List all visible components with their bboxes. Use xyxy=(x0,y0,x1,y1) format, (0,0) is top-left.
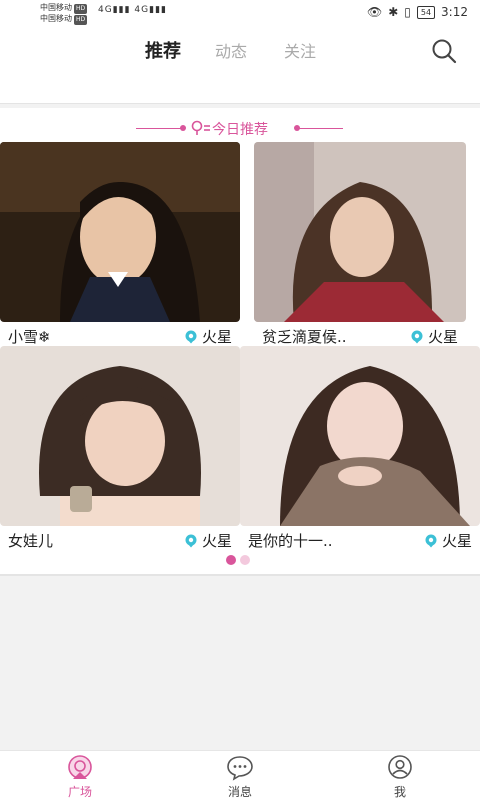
location-icon xyxy=(185,330,197,343)
user-location: 火星 xyxy=(184,530,232,551)
pin-decor-icon xyxy=(191,120,210,135)
status-right: 👁 ✱ ▯ 54 3:12 xyxy=(367,5,468,19)
page-dot-active[interactable] xyxy=(226,555,236,565)
nav-plaza[interactable]: 广场 xyxy=(40,751,120,800)
user-photo[interactable] xyxy=(240,346,480,526)
user-card[interactable]: 是你的十一.. 火星 xyxy=(240,346,480,558)
user-card[interactable]: 贫乏滴夏侯.. 火星 xyxy=(254,142,466,354)
section-title: 今日推荐 xyxy=(0,118,480,138)
clock-text: 3:12 xyxy=(441,5,468,19)
user-name: 小雪❄ xyxy=(8,328,51,346)
user-name: 女娃儿 xyxy=(8,532,54,550)
status-bar: 中国移动 HD 中国移动 HD 4G▮▮▮ 4G▮▮▮ 👁 ✱ ▯ 54 3:12 xyxy=(0,0,480,28)
bluetooth-icon: ✱ xyxy=(388,5,399,19)
location-icon xyxy=(185,534,197,547)
eye-icon: 👁 xyxy=(366,5,383,19)
location-icon xyxy=(411,330,423,343)
user-name: 贫乏滴夏侯.. xyxy=(262,328,347,346)
battery-icon: 54 xyxy=(416,5,436,19)
user-location: 火星 xyxy=(424,530,472,551)
tab-recommend[interactable]: 推荐 xyxy=(145,37,181,63)
nav-profile[interactable]: 我 xyxy=(360,751,440,800)
divider-dot xyxy=(180,125,186,131)
top-header: 推荐 动态 关注 xyxy=(0,28,480,104)
bottom-nav: 广场 消息 我 xyxy=(0,750,480,800)
profile-icon xyxy=(388,755,412,779)
user-location: 火星 xyxy=(410,326,458,347)
signal-icon: 4G▮▮▮ 4G▮▮▮ xyxy=(98,5,167,15)
recommend-section: 今日推荐 小雪❄ 火星 贫乏滴夏侯.. 火星 女娃儿 火星 是你的十一.. 火星 xyxy=(0,108,480,574)
location-icon xyxy=(425,534,437,547)
user-card[interactable]: 小雪❄ 火星 xyxy=(0,142,240,354)
plaza-icon xyxy=(68,755,92,779)
tab-moments[interactable]: 动态 xyxy=(215,38,247,62)
user-photo[interactable] xyxy=(254,142,466,322)
page-dot[interactable] xyxy=(240,555,250,565)
message-icon xyxy=(227,756,253,781)
divider-line xyxy=(297,128,343,129)
nav-messages[interactable]: 消息 xyxy=(200,751,280,800)
user-location: 火星 xyxy=(184,326,232,347)
user-photo[interactable] xyxy=(0,142,240,322)
user-card[interactable]: 女娃儿 火星 xyxy=(0,346,240,558)
search-icon[interactable] xyxy=(429,36,459,66)
page-indicator[interactable] xyxy=(226,555,250,565)
divider-line xyxy=(136,128,182,129)
section-divider xyxy=(0,574,480,576)
user-name: 是你的十一.. xyxy=(248,532,333,550)
vibrate-icon: ▯ xyxy=(404,5,411,19)
tab-following[interactable]: 关注 xyxy=(284,38,316,62)
carrier-text: 中国移动 HD 中国移动 HD xyxy=(40,3,88,25)
user-photo[interactable] xyxy=(0,346,240,526)
